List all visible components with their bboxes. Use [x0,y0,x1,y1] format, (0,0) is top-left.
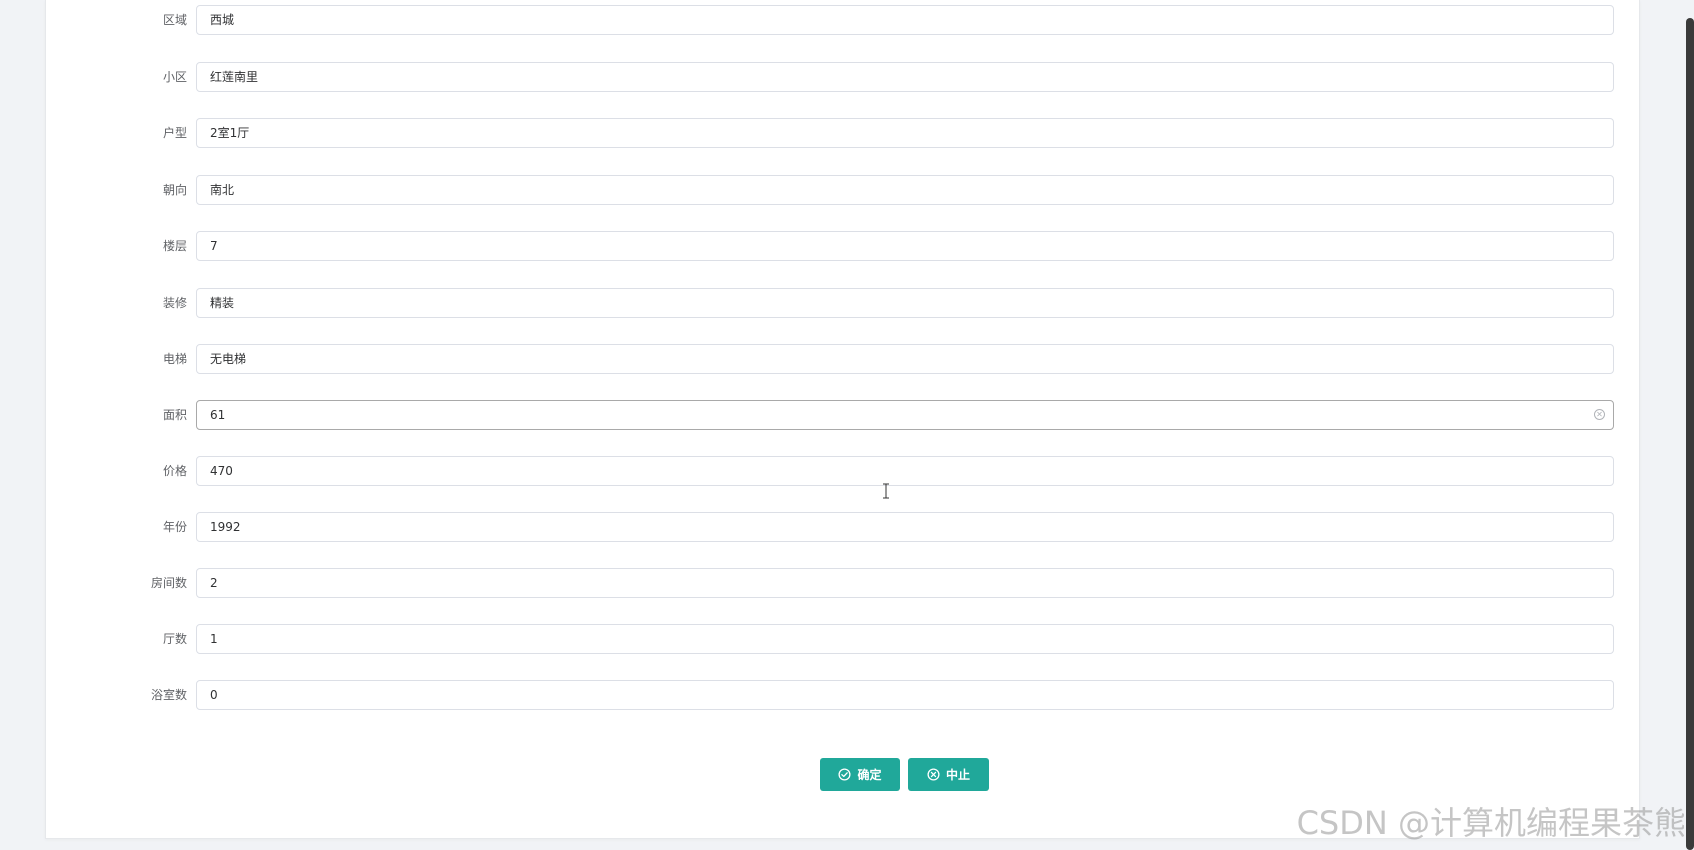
confirm-button-label: 确定 [857,768,882,782]
district-input[interactable]: 西城 [196,5,1614,35]
elevator-label: 电梯 [162,352,187,366]
watermark: CSDN @计算机编程果茶熊 [1296,804,1686,842]
area-label: 面积 [162,408,187,422]
layout-label: 户型 [162,126,187,140]
decoration-label: 装修 [162,296,187,310]
form-row-bathrooms: 浴室数 0 [46,680,1639,712]
form-row-decoration: 装修 精装 [46,288,1639,320]
area-input-value: 61 [210,408,226,422]
form-row-district: 区域 西城 [46,5,1639,37]
orientation-input[interactable]: 南北 [196,175,1614,205]
form-row-area: 面积 61 ✕ [46,400,1639,432]
orientation-label: 朝向 [162,183,187,197]
year-label: 年份 [162,520,187,534]
scrollbar-track[interactable] [1684,0,1694,850]
district-label: 区域 [162,13,187,27]
community-input[interactable]: 红莲南里 [196,62,1614,92]
floor-label: 楼层 [162,239,187,253]
halls-label: 厅数 [162,632,187,646]
form-row-halls: 厅数 1 [46,624,1639,656]
confirm-button[interactable]: 确定 [820,758,900,791]
form-row-year: 年份 1992 [46,512,1639,544]
community-label: 小区 [162,70,187,84]
form-row-price: 价格 470 [46,456,1639,488]
close-circle-icon [927,768,940,781]
rooms-label: 房间数 [150,576,187,590]
price-input[interactable]: 470 [196,456,1614,486]
scrollbar-thumb[interactable] [1686,18,1694,850]
price-label: 价格 [162,464,187,478]
form-card: 区域 西城 小区 红莲南里 户型 2室1厅 朝向 南北 楼层 7 装修 精装 电… [45,0,1640,839]
form-row-floor: 楼层 7 [46,231,1639,263]
check-circle-icon [838,768,852,781]
halls-input[interactable]: 1 [196,624,1614,654]
area-input[interactable]: 61 ✕ [196,400,1614,430]
year-input[interactable]: 1992 [196,512,1614,542]
elevator-input[interactable]: 无电梯 [196,344,1614,374]
form-row-layout: 户型 2室1厅 [46,118,1639,150]
form-row-community: 小区 红莲南里 [46,62,1639,94]
form-row-elevator: 电梯 无电梯 [46,344,1639,376]
bathrooms-label: 浴室数 [150,688,187,702]
abort-button[interactable]: 中止 [908,758,989,791]
rooms-input[interactable]: 2 [196,568,1614,598]
layout-input[interactable]: 2室1厅 [196,118,1614,148]
form-row-rooms: 房间数 2 [46,568,1639,600]
clear-icon[interactable]: ✕ [1594,409,1605,420]
bathrooms-input[interactable]: 0 [196,680,1614,710]
floor-input[interactable]: 7 [196,231,1614,261]
form-row-orientation: 朝向 南北 [46,175,1639,207]
text-cursor-icon [883,483,889,499]
abort-button-label: 中止 [945,768,970,782]
decoration-input[interactable]: 精装 [196,288,1614,318]
